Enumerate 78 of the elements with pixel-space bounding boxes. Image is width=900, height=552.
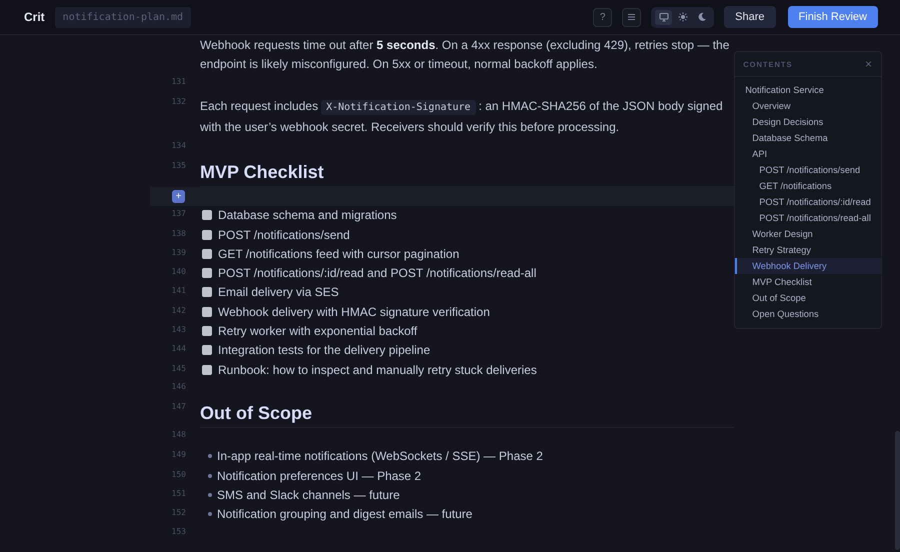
theme-option[interactable] [655,10,672,24]
contents-item[interactable]: POST /notifications/read-all [735,210,881,226]
menu-button[interactable] [622,8,642,26]
line-number: 132 [170,96,186,106]
monitor-icon [658,12,669,22]
contents-item[interactable]: Open Questions [735,306,881,322]
scrollbar-thumb[interactable] [895,431,900,550]
list-item: Notification grouping and digest emails — future [217,507,472,522]
line-number: 143 [170,324,186,334]
line-number: 141 [170,285,186,296]
line-number: 146 [170,380,186,391]
contents-item[interactable]: MVP Checklist [735,274,881,290]
checkbox[interactable] [202,248,212,259]
checkbox[interactable] [202,364,212,375]
task-text: GET /notifications feed with cursor pagination [218,246,460,261]
finish-review-button[interactable]: Finish Review [788,6,878,28]
line-number: 152 [170,507,186,518]
bullet-icon [208,492,212,497]
contents-item[interactable]: Retry Strategy [735,242,881,258]
line-number: 131 [170,76,186,86]
checkbox[interactable] [202,268,212,278]
line-number: 148 [170,429,186,440]
contents-item[interactable]: Worker Design [735,226,881,242]
paragraph: Webhook requests time out after 5 seconds. On a 4xx response (excluding 429), retries stop — the endpoint is likely misconfigured. On 5xx or timeout, normal backoff applies. [200,37,730,74]
task-text: Integration tests for the delivery pipeline [218,343,430,358]
checkbox[interactable] [202,210,212,220]
contents-item[interactable]: Out of Scope [735,290,881,306]
list-item: SMS and Slack channels — future [217,488,400,502]
contents-item[interactable]: POST /notifications/:id/read [735,194,881,210]
paragraph: Each request includes X-Notification-Signature : an HMAC-SHA256 of the JSON body signed with the user’s webhook secret. Receivers should verify this before processing. [200,98,724,136]
task-text: Retry worker with exponential backoff [218,324,418,338]
line-number: 138 [170,228,186,238]
line-number: 134 [170,140,186,150]
task-text: POST /notifications/:id/read and POST /notifications/read-all [218,266,536,280]
line-number: 142 [170,304,186,315]
line-number: 150 [170,468,186,479]
task-text: POST /notifications/send [218,228,350,242]
checkbox[interactable] [202,306,212,317]
contents-item[interactable]: Database Schema [735,130,881,146]
task-text: Runbook: how to inspect and manually retry stuck deliveries [218,362,537,377]
list-item: Notification preferences UI — Phase 2 [217,468,422,483]
add-comment-button[interactable]: + [172,190,185,204]
contents-item[interactable]: Design Decisions [735,114,881,130]
checkbox[interactable] [202,326,212,336]
contents-item[interactable]: GET /notifications [735,178,881,194]
contents-item[interactable]: Overview [735,98,881,114]
line-number: 149 [170,449,186,460]
line-number: 139 [170,246,186,257]
contents-item[interactable]: API [735,146,881,162]
task-text: Database schema and migrations [218,208,397,222]
line-number: 137 [170,208,186,218]
line-number: 147 [170,401,186,412]
task-text: Webhook delivery with HMAC signature verification [218,304,490,319]
line-number: 153 [170,526,186,536]
line-number: 151 [170,488,186,498]
sun-icon [678,12,688,22]
bullet-icon [208,512,212,516]
menu-icon [627,13,636,21]
line-number: 135 [170,160,186,170]
moon-icon [696,12,707,22]
checkbox[interactable] [202,345,212,356]
file-name: notification-plan.md [54,6,192,28]
line-number: 140 [170,266,186,276]
app-name: Crit [24,10,45,24]
checkbox[interactable] [202,230,212,240]
list-item: In-app real-time notifications (WebSockets / SSE) — Phase 2 [217,449,543,464]
section-heading: Out of Scope [200,399,734,428]
task-text: Email delivery via SES [218,285,339,300]
bullet-icon [208,474,212,478]
help-button[interactable]: ? [593,8,612,26]
checkbox[interactable] [202,287,212,298]
contents-item[interactable]: POST /notifications/send [735,162,881,178]
share-button[interactable]: Share [724,6,776,28]
line-number: 144 [170,343,186,354]
line-number: 145 [170,362,186,373]
bullet-icon [208,454,212,458]
contents-item[interactable]: Notification Service [735,82,881,98]
contents-item[interactable]: Webhook Delivery [735,258,881,274]
